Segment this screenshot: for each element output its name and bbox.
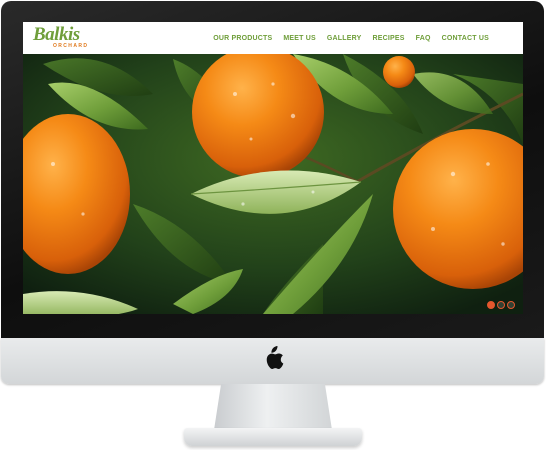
hero-image-oranges	[23, 54, 523, 314]
carousel-dot-3[interactable]	[507, 301, 515, 309]
brand-logo[interactable]: Balkis ORCHARD	[33, 25, 88, 49]
nav-recipes[interactable]: RECIPES	[372, 35, 404, 42]
carousel-indicators	[485, 301, 515, 309]
logo-subtitle: ORCHARD	[53, 43, 89, 49]
monitor-stand-base	[184, 428, 362, 446]
carousel-dot-2[interactable]	[497, 301, 505, 309]
monitor-screen: Balkis ORCHARD OUR PRODUCTS MEET US GALL…	[23, 22, 523, 314]
logo-name: Balkis	[33, 24, 80, 45]
nav-faq[interactable]: FAQ	[416, 35, 431, 42]
site-header: Balkis ORCHARD OUR PRODUCTS MEET US GALL…	[23, 22, 523, 55]
main-nav: OUR PRODUCTS MEET US GALLERY RECIPES FAQ…	[202, 35, 489, 42]
apple-logo-icon	[266, 346, 284, 369]
nav-our-products[interactable]: OUR PRODUCTS	[213, 35, 272, 42]
nav-gallery[interactable]: GALLERY	[327, 35, 362, 42]
nav-meet-us[interactable]: MEET US	[283, 35, 316, 42]
monitor-stand	[214, 384, 332, 430]
nav-contact-us[interactable]: CONTACT US	[442, 35, 489, 42]
hero-slideshow[interactable]	[23, 54, 523, 314]
carousel-dot-1[interactable]	[487, 301, 495, 309]
